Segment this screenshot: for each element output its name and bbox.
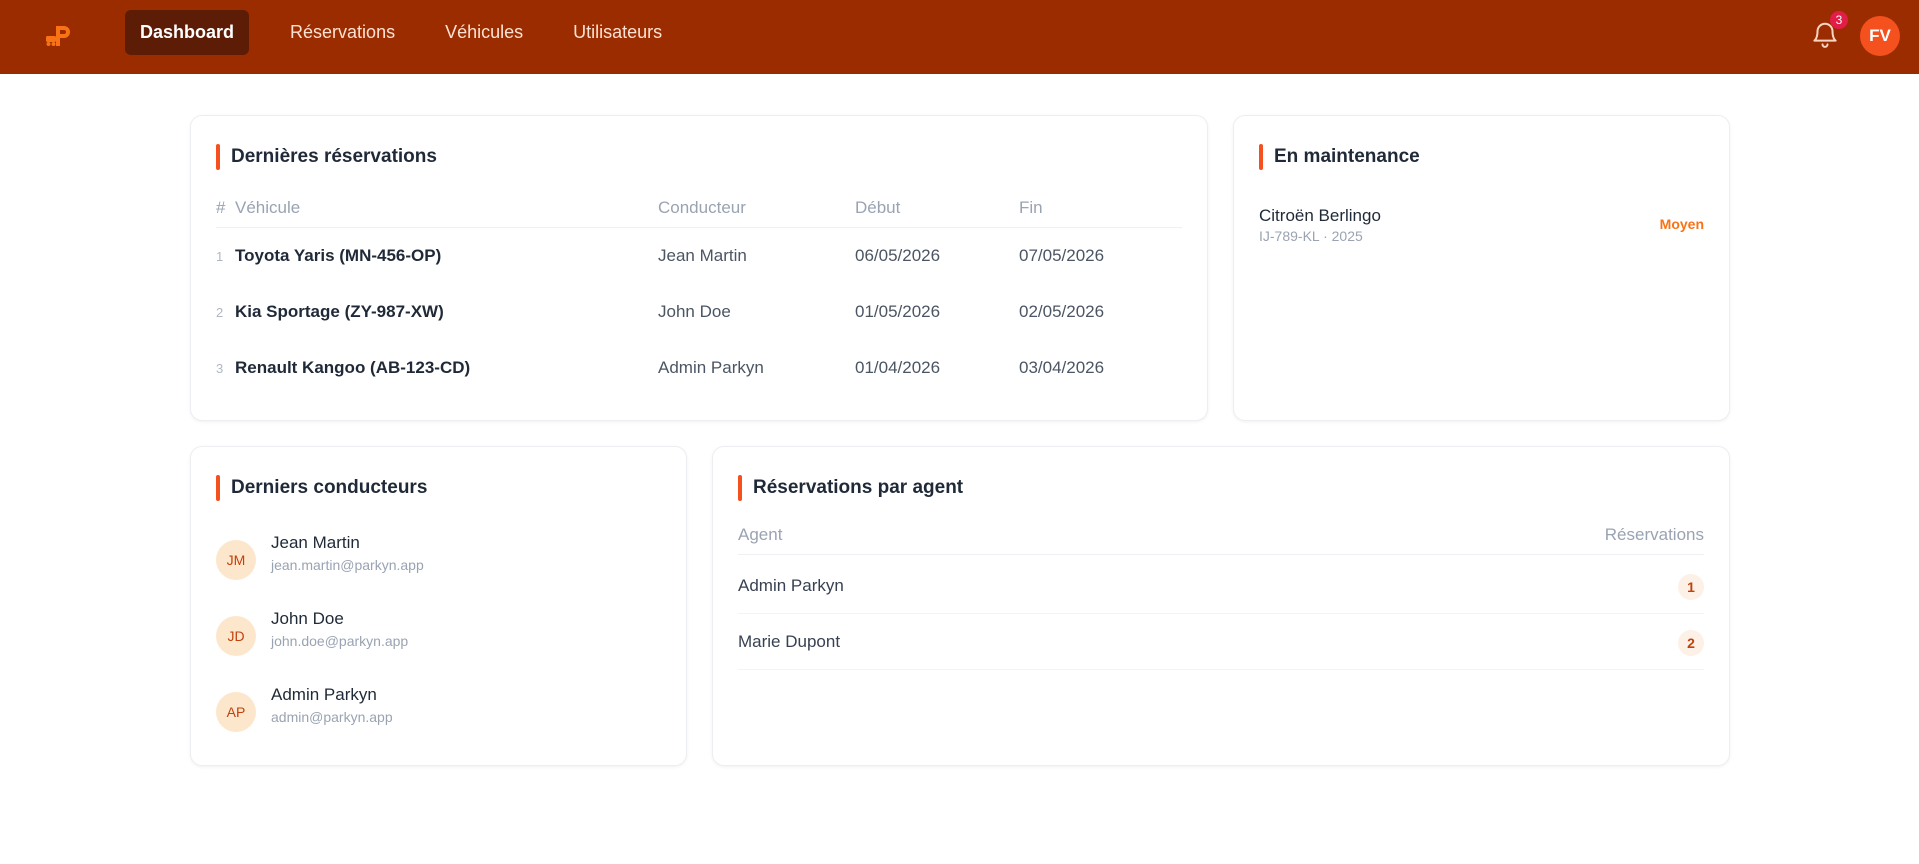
- column-header-driver: Conducteur: [658, 198, 746, 217]
- row-vehicle: Kia Sportage (ZY-987-XW): [235, 302, 444, 321]
- agent-name: Admin Parkyn: [738, 575, 844, 595]
- table-row[interactable]: 1 Toyota Yaris (MN-456-OP) Jean Martin 0…: [216, 228, 1182, 284]
- row-index: 3: [216, 360, 224, 376]
- table-row[interactable]: Admin Parkyn 1: [738, 558, 1704, 614]
- row-vehicle: Renault Kangoo (AB-123-CD): [235, 358, 471, 377]
- reservation-count-badge: 1: [1678, 574, 1704, 600]
- parkyn-logo-icon[interactable]: [42, 20, 74, 52]
- top-navigation-bar: Dashboard Réservations Véhicules Utilisa…: [0, 0, 1919, 74]
- driver-email: john.doe@parkyn.app: [271, 633, 409, 649]
- maintenance-vehicle-details: IJ-789-KL · 2025: [1259, 228, 1363, 244]
- driver-name: John Doe: [271, 609, 344, 628]
- table-row[interactable]: 2 Kia Sportage (ZY-987-XW) John Doe 01/0…: [216, 284, 1182, 340]
- title-accent-bar: [216, 475, 220, 501]
- column-header-vehicle: Véhicule: [235, 198, 301, 217]
- maintenance-status-badge: Moyen: [1659, 216, 1704, 232]
- driver-email: jean.martin@parkyn.app: [271, 557, 424, 573]
- title-accent-bar: [216, 144, 220, 170]
- row-driver: Admin Parkyn: [658, 358, 764, 377]
- row-end-date: 02/05/2026: [1019, 302, 1105, 321]
- agents-table-header: Agent Réservations: [738, 525, 1704, 555]
- avatar: JM: [216, 540, 256, 580]
- column-header-index: #: [216, 198, 226, 217]
- table-row[interactable]: Marie Dupont 2: [738, 614, 1704, 670]
- card-title-text: Réservations par agent: [753, 477, 964, 498]
- maintenance-card: En maintenance Citroën Berlingo IJ-789-K…: [1233, 115, 1730, 421]
- column-header-end: Fin: [1019, 198, 1043, 217]
- row-start-date: 01/04/2026: [855, 358, 941, 377]
- row-index: 1: [216, 248, 224, 264]
- avatar: JD: [216, 616, 256, 656]
- card-title-text: En maintenance: [1274, 146, 1420, 167]
- row-end-date: 03/04/2026: [1019, 358, 1105, 377]
- driver-name: Admin Parkyn: [271, 685, 377, 704]
- card-title-text: Dernières réservations: [231, 146, 437, 167]
- card-title: Derniers conducteurs: [216, 475, 427, 501]
- reservation-count-badge: 2: [1678, 630, 1704, 656]
- reservations-table-header: # Véhicule Conducteur Début Fin: [216, 198, 1182, 228]
- notification-badge: 3: [1830, 11, 1848, 29]
- row-driver: Jean Martin: [658, 246, 747, 265]
- reservations-by-agent-card: Réservations par agent Agent Réservation…: [712, 446, 1730, 766]
- row-start-date: 01/05/2026: [855, 302, 941, 321]
- card-title-text: Derniers conducteurs: [231, 477, 428, 498]
- row-end-date: 07/05/2026: [1019, 246, 1105, 265]
- user-avatar[interactable]: FV: [1860, 16, 1900, 56]
- row-driver: John Doe: [658, 302, 731, 321]
- row-start-date: 06/05/2026: [855, 246, 941, 265]
- column-header-reservations: Réservations: [1604, 525, 1704, 544]
- latest-drivers-card: Derniers conducteurs JM Jean Martin jean…: [190, 446, 687, 766]
- nav-item-vehicules[interactable]: Véhicules: [430, 10, 538, 55]
- agent-name: Marie Dupont: [738, 631, 841, 651]
- avatar: AP: [216, 692, 256, 732]
- column-header-agent: Agent: [738, 525, 783, 544]
- maintenance-vehicle-name: Citroën Berlingo: [1259, 206, 1381, 225]
- row-vehicle: Toyota Yaris (MN-456-OP): [235, 246, 442, 265]
- card-title: Réservations par agent: [738, 475, 963, 501]
- driver-name: Jean Martin: [271, 533, 360, 552]
- nav-item-reservations[interactable]: Réservations: [275, 10, 410, 55]
- card-title: En maintenance: [1259, 144, 1420, 170]
- title-accent-bar: [1259, 144, 1263, 170]
- nav-item-dashboard[interactable]: Dashboard: [125, 10, 250, 55]
- main-nav: Dashboard Réservations Véhicules Utilisa…: [125, 10, 691, 55]
- table-row[interactable]: 3 Renault Kangoo (AB-123-CD) Admin Parky…: [216, 340, 1182, 396]
- nav-item-utilisateurs[interactable]: Utilisateurs: [558, 10, 677, 55]
- row-index: 2: [216, 304, 224, 320]
- title-accent-bar: [738, 475, 742, 501]
- column-header-start: Début: [855, 198, 901, 217]
- driver-email: admin@parkyn.app: [271, 709, 393, 725]
- latest-reservations-card: Dernières réservations # Véhicule Conduc…: [190, 115, 1208, 421]
- card-title: Dernières réservations: [216, 144, 437, 170]
